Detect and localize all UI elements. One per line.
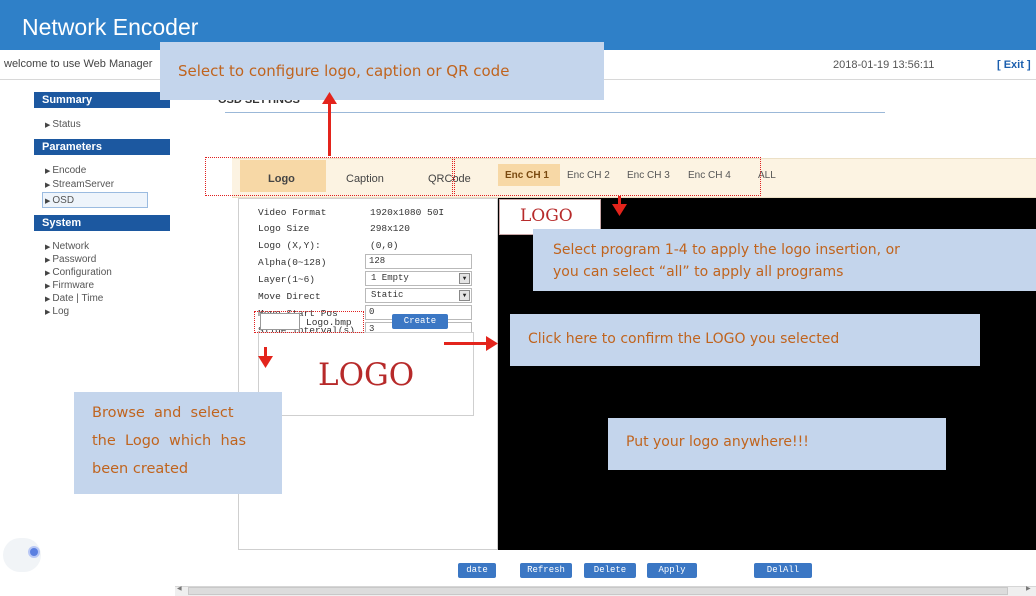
sidebar-item-status[interactable]: ▶ Status bbox=[45, 119, 81, 130]
sidebar-item-osd[interactable]: ▶ OSD bbox=[45, 195, 74, 206]
highlight-channel-tabs bbox=[452, 157, 761, 196]
sidebar-item-network[interactable]: ▶ Network bbox=[45, 241, 89, 252]
callout-browse-line2: the Logo which has bbox=[92, 433, 247, 449]
sidebar-section-system: System bbox=[34, 215, 170, 231]
sidebar-item-label: Network bbox=[52, 241, 90, 252]
arrow-config-head-icon bbox=[322, 92, 337, 104]
triangle-right-icon: ▶ bbox=[45, 122, 51, 129]
logo-preview-image: LOGO bbox=[318, 357, 415, 393]
sidebar-item-date-time[interactable]: ▶ Date | Time bbox=[45, 293, 103, 304]
move-direct-select[interactable]: Static ▼ bbox=[365, 288, 472, 303]
layer-select-value: 1 Empty bbox=[371, 273, 409, 283]
triangle-right-icon: ▶ bbox=[45, 198, 51, 205]
triangle-right-icon: ▶ bbox=[45, 283, 51, 290]
alpha-label: Alpha(0~128) bbox=[258, 257, 327, 268]
arrow-browse-head-icon bbox=[258, 356, 273, 368]
triangle-right-icon: ▶ bbox=[45, 296, 51, 303]
sidebar-section-summary: Summary bbox=[34, 92, 170, 108]
callout-select-program-line1: Select program 1-4 to apply the logo ins… bbox=[553, 242, 900, 258]
highlight-logo-tabs bbox=[205, 157, 455, 196]
sidebar-item-password[interactable]: ▶ Password bbox=[45, 254, 96, 265]
layer-label: Layer(1~6) bbox=[258, 274, 316, 285]
logo-xy-label: Logo (X,Y): bbox=[258, 240, 321, 251]
triangle-right-icon: ▶ bbox=[45, 257, 51, 264]
triangle-right-icon: ▶ bbox=[45, 270, 51, 277]
create-button[interactable]: Create bbox=[392, 314, 448, 329]
logo-size-value: 298x120 bbox=[370, 223, 410, 234]
delete-button[interactable]: Delete bbox=[584, 563, 636, 578]
alpha-input[interactable]: 128 bbox=[365, 254, 472, 269]
app-title: Network Encoder bbox=[22, 14, 199, 40]
sidebar-item-label: Log bbox=[52, 306, 70, 317]
move-direct-label: Move Direct bbox=[258, 291, 321, 302]
sidebar-item-encode[interactable]: ▶ Encode bbox=[45, 165, 86, 176]
sidebar-item-streamserver[interactable]: ▶ StreamServer bbox=[45, 179, 114, 190]
layer-select[interactable]: 1 Empty ▼ bbox=[365, 271, 472, 286]
video-format-label: Video Format bbox=[258, 207, 327, 218]
exit-link[interactable]: [ Exit ] bbox=[997, 59, 1031, 71]
arrow-config-shaft bbox=[328, 102, 331, 156]
date-button[interactable]: date bbox=[458, 563, 496, 578]
sidebar-item-label: Password bbox=[52, 254, 97, 265]
logo-overlay-image: LOGO bbox=[520, 206, 573, 226]
triangle-right-icon: ▶ bbox=[45, 244, 51, 251]
title-divider bbox=[225, 112, 885, 113]
callout-select-program bbox=[533, 229, 1036, 291]
widget-badge-icon bbox=[28, 546, 40, 558]
highlight-file-browse bbox=[254, 311, 364, 333]
triangle-right-icon: ▶ bbox=[45, 168, 51, 175]
sidebar-item-label: Date | Time bbox=[52, 293, 104, 304]
apply-button[interactable]: Apply bbox=[647, 563, 697, 578]
sidebar-item-configuration[interactable]: ▶ Configuration bbox=[45, 267, 112, 278]
logo-xy-value: (0,0) bbox=[370, 240, 399, 251]
sidebar-item-log[interactable]: ▶ Log bbox=[45, 306, 69, 317]
logo-size-label: Logo Size bbox=[258, 223, 310, 234]
sidebar-item-firmware[interactable]: ▶ Firmware bbox=[45, 280, 94, 291]
arrow-confirm-head-icon bbox=[486, 336, 498, 351]
move-direct-select-value: Static bbox=[371, 290, 404, 300]
sidebar-section-parameters: Parameters bbox=[34, 139, 170, 155]
delall-button[interactable]: DelAll bbox=[754, 563, 812, 578]
refresh-button[interactable]: Refresh bbox=[520, 563, 572, 578]
callout-browse-line1: Browse and select bbox=[92, 405, 234, 421]
triangle-right-icon: ▶ bbox=[45, 309, 51, 316]
sidebar-item-label: OSD bbox=[52, 195, 75, 206]
sidebar-item-label: Configuration bbox=[52, 267, 112, 278]
arrow-program-head-icon bbox=[612, 204, 627, 216]
welcome-message: welcome to use Web Manager bbox=[4, 58, 153, 70]
callout-browse-line3: been created bbox=[92, 461, 189, 477]
datetime-display: 2018-01-19 13:56:11 bbox=[833, 59, 935, 71]
callout-select-program-line2: you can select “all” to apply all progra… bbox=[553, 264, 844, 280]
sidebar-item-label: Firmware bbox=[52, 280, 95, 291]
scrollbar-thumb[interactable] bbox=[188, 587, 1008, 595]
dropdown-arrow-icon: ▼ bbox=[459, 290, 470, 301]
sidebar-item-label: StreamServer bbox=[52, 179, 115, 190]
scroll-left-icon[interactable]: ◀ bbox=[177, 585, 182, 592]
video-format-value: 1920x1080 50I bbox=[370, 207, 445, 218]
triangle-right-icon: ▶ bbox=[45, 182, 51, 189]
sidebar-item-label: Status bbox=[52, 119, 81, 130]
callout-put-logo-text: Put your logo anywhere!!! bbox=[626, 434, 809, 450]
sidebar-item-label: Encode bbox=[52, 165, 87, 176]
scroll-right-icon[interactable]: ▶ bbox=[1026, 585, 1031, 592]
callout-select-config-text: Select to configure logo, caption or QR … bbox=[178, 62, 510, 80]
arrow-confirm-shaft bbox=[444, 342, 488, 345]
callout-click-confirm-text: Click here to confirm the LOGO you selec… bbox=[528, 331, 840, 347]
dropdown-arrow-icon: ▼ bbox=[459, 273, 470, 284]
